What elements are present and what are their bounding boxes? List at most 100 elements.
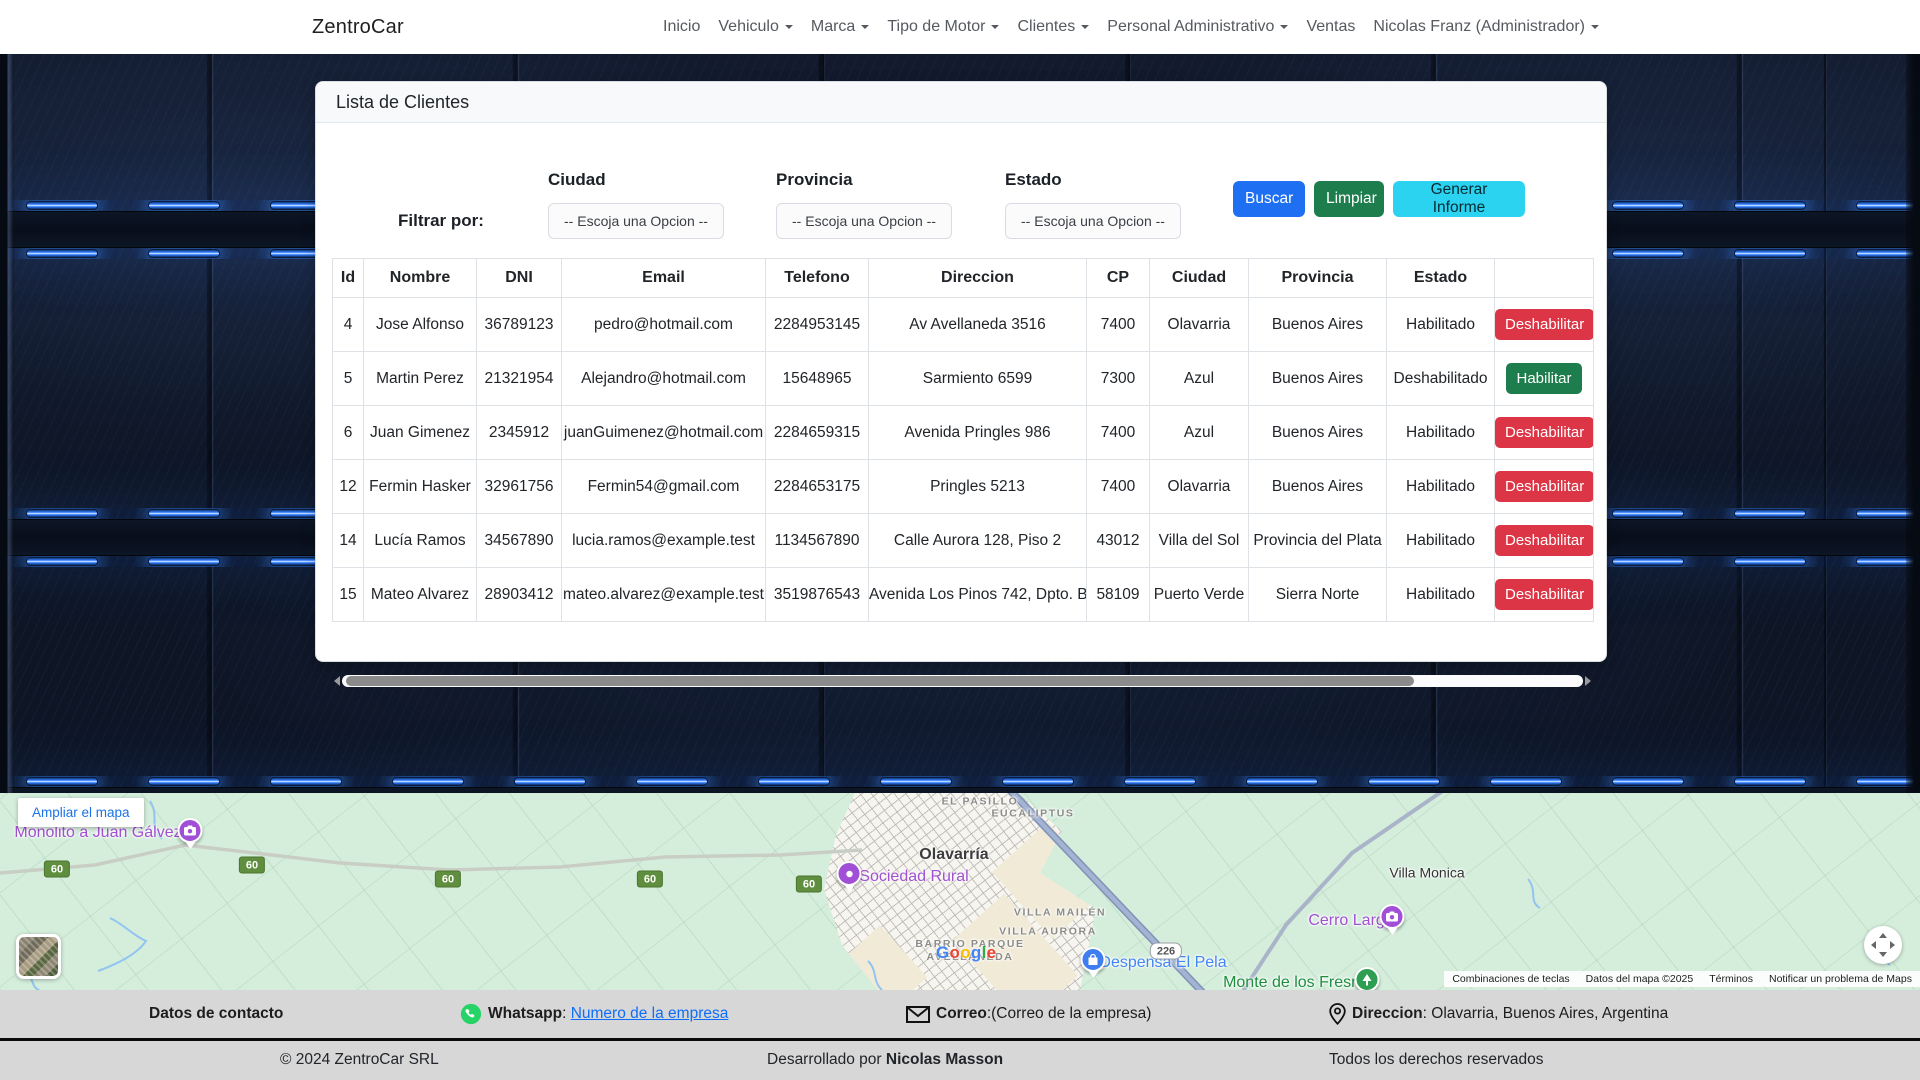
buscar-button[interactable]: Buscar [1233,181,1305,217]
nav-item-label: Marca [811,18,855,36]
led-bar [148,249,220,258]
table-cell: Olavarria [1150,460,1249,514]
led-bar [1612,557,1684,566]
table-cell: 2284659315 [766,406,869,460]
table-cell: 6 [333,406,364,460]
chevron-down-icon [1081,25,1089,29]
deshabilitar-button[interactable]: Deshabilitar [1495,309,1594,340]
led-bar [1734,557,1806,566]
table-cell: Lucía Ramos [364,514,477,568]
generar-informe-button[interactable]: Generar Informe [1393,181,1525,217]
expand-map-button[interactable]: Ampliar el mapa [18,798,144,827]
table-cell: Juan Gimenez [364,406,477,460]
direccion-value: Olavarria, Buenos Aires, Argentina [1431,1005,1668,1022]
brand-logo[interactable]: ZentroCar [312,16,404,39]
satellite-thumbnail[interactable] [16,934,61,979]
deshabilitar-button[interactable]: Deshabilitar [1495,525,1594,556]
table-cell: Buenos Aires [1249,298,1387,352]
attribution-terminos[interactable]: Términos [1701,971,1761,987]
table-cell: Azul [1150,352,1249,406]
nav-item-clientes[interactable]: Clientes [1008,18,1098,36]
table-cell: 15648965 [766,352,869,406]
table-cell: Sarmiento 6599 [869,352,1087,406]
google-logo[interactable]: Google [936,943,996,963]
whatsapp-number-link[interactable]: Numero de la empresa [571,1005,729,1022]
table-cell: Avenida Los Pinos 742, Dpto. B [869,568,1087,622]
table-cell: Buenos Aires [1249,406,1387,460]
map-label-sociedad-rural[interactable]: Sociedad Rural [859,867,968,887]
route-shield-226: 226 [1150,943,1182,960]
despensa-shop-marker-icon[interactable] [1081,947,1106,972]
cerro-largo-camera-marker-icon[interactable] [1380,904,1405,929]
limpiar-button[interactable]: Limpiar [1314,181,1384,217]
table-row: 12Fermin Hasker32961756Fermin54@gmail.co… [333,460,1594,514]
nav-item-marca[interactable]: Marca [802,18,878,36]
led-bar [148,777,220,786]
led-bar [26,249,98,258]
nav-item-personal-administrativo[interactable]: Personal Administrativo [1098,18,1297,36]
table-cell: 21321954 [477,352,562,406]
table-cell: 32961756 [477,460,562,514]
developer-name: Nicolas Masson [886,1051,1003,1068]
chevron-down-icon [1591,25,1599,29]
google-logo-letter: o [960,943,971,962]
deshabilitar-button[interactable]: Deshabilitar [1495,417,1594,448]
monolito-camera-marker-icon[interactable] [178,818,203,843]
deshabilitar-button[interactable]: Deshabilitar [1495,471,1594,502]
table-cell-actions: Deshabilitar [1495,514,1594,568]
table-cell: Sierra Norte [1249,568,1387,622]
nav-item-nicolas-franz-administrador[interactable]: Nicolas Franz (Administrador) [1364,18,1608,36]
led-bar [1368,777,1440,786]
estado-select[interactable]: -- Escoja una Opcion -- [1005,203,1181,239]
provincia-select[interactable]: -- Escoja una Opcion -- [776,203,952,239]
google-logo-letter: g [971,943,982,962]
direccion-separator: : [1423,1005,1432,1022]
google-map-embed[interactable]: Monolito a Juan GálvezOlavarríaSociedad … [0,793,1920,990]
nav-item-inicio[interactable]: Inicio [654,18,709,36]
table-cell: 14 [333,514,364,568]
chevron-down-icon [861,25,869,29]
scroll-left-arrow-icon[interactable] [332,674,342,688]
led-bar [1612,777,1684,786]
scroll-right-arrow-icon[interactable] [1583,674,1593,688]
route-shield-60: 60 [44,861,70,878]
nav-item-ventas[interactable]: Ventas [1297,18,1364,36]
led-bar [1124,777,1196,786]
map-label-villa-monica: Villa Monica [1389,864,1464,882]
monte-tree-marker-icon[interactable] [1355,967,1380,990]
page: ZentroCar InicioVehiculo Marca Tipo de Mot… [0,0,1920,1080]
map-label-villa-aurora: VILLA AURORA [999,925,1097,938]
table-cell: 34567890 [477,514,562,568]
table-cell: Deshabilitado [1387,352,1495,406]
nav-item-label: Tipo de Motor [887,18,985,36]
pan-control-icon[interactable] [1864,926,1902,964]
sociedad-rural-marker-icon[interactable] [837,861,862,886]
ciudad-select[interactable]: -- Escoja una Opcion -- [548,203,724,239]
table-cell: Mateo Alvarez [364,568,477,622]
scrollbar-thumb[interactable] [346,676,1414,686]
route-shield-60: 60 [435,871,461,888]
table-cell: Habilitado [1387,460,1495,514]
table-row: 15Mateo Alvarez28903412mateo.alvarez@exa… [333,568,1594,622]
nav-item-tipo-de-motor[interactable]: Tipo de Motor [878,18,1008,36]
attribution-combinaciones-de-teclas[interactable]: Combinaciones de teclas [1444,971,1577,987]
deshabilitar-button[interactable]: Deshabilitar [1495,579,1594,610]
column-header-estado: Estado [1387,259,1495,298]
table-cell: Provincia del Plata [1249,514,1387,568]
table-row: 4Jose Alfonso36789123pedro@hotmail.com22… [333,298,1594,352]
table-cell: Habilitado [1387,406,1495,460]
table-cell: lucia.ramos@example.test [562,514,766,568]
table-cell-actions: Deshabilitar [1495,568,1594,622]
scrollbar-track[interactable] [342,675,1583,687]
table-cell: 7400 [1087,460,1150,514]
filter-group-ciudad: Ciudad-- Escoja una Opcion -- [548,170,724,239]
led-bar [514,777,586,786]
table-cell: Puerto Verde [1150,568,1249,622]
footer: Datos de contacto Whatsapp: Numero de la… [0,990,1920,1080]
filter-group-provincia: Provincia-- Escoja una Opcion -- [776,170,952,239]
habilitar-button[interactable]: Habilitar [1506,363,1581,394]
attribution-notificar-un-problema-de-maps[interactable]: Notificar un problema de Maps [1761,971,1920,987]
nav-item-vehiculo[interactable]: Vehiculo [709,18,802,36]
clients-table: IdNombreDNIEmailTelefonoDireccionCPCiuda… [332,258,1594,622]
address-contact: Direccion: Olavarria, Buenos Aires, Arge… [1329,990,1668,1038]
